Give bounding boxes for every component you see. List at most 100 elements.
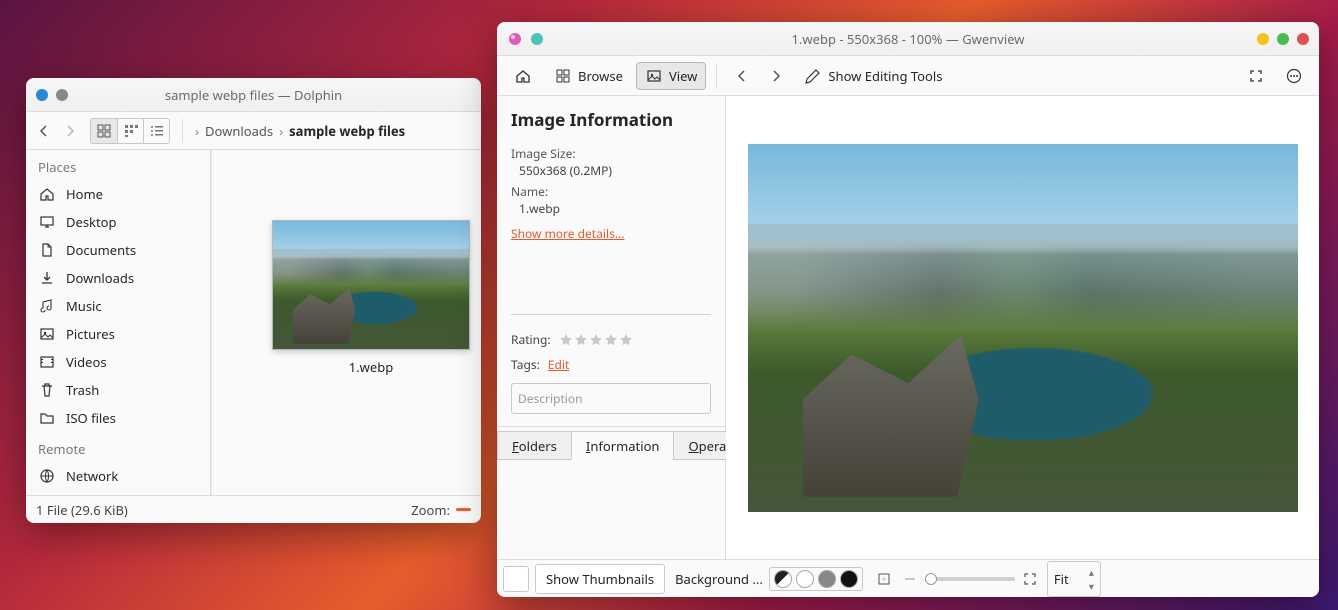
next-image-button[interactable] bbox=[761, 65, 791, 87]
sidebar-item-home[interactable]: Home bbox=[26, 180, 210, 208]
tags-label: Tags: bbox=[511, 356, 540, 373]
bg-option-contrast[interactable] bbox=[774, 570, 792, 588]
dolphin-titlebar-dot-2[interactable] bbox=[56, 89, 68, 101]
dolphin-window: sample webp files — Dolphin › Downloads … bbox=[26, 78, 481, 523]
zoom-slider[interactable] bbox=[456, 508, 471, 511]
music-icon bbox=[38, 297, 56, 315]
zoom-value: Fit bbox=[1054, 570, 1069, 588]
dolphin-titlebar-dot-1[interactable] bbox=[36, 89, 48, 101]
sidebar-item-network[interactable]: Network bbox=[26, 462, 210, 490]
desktop-icon bbox=[38, 213, 56, 231]
sidebar-item-trash[interactable]: Trash bbox=[26, 376, 210, 404]
sidebar-item-downloads[interactable]: Downloads bbox=[26, 264, 210, 292]
breadcrumb[interactable]: › Downloads › sample webp files bbox=[195, 122, 405, 140]
back-button[interactable] bbox=[34, 121, 54, 141]
description-placeholder: Description bbox=[518, 390, 583, 407]
sidebar-item-videos[interactable]: Videos bbox=[26, 348, 210, 376]
sidebar-item-label: Desktop bbox=[66, 213, 117, 231]
compact-view-button[interactable] bbox=[117, 119, 143, 143]
file-view[interactable]: 1.webp bbox=[211, 150, 481, 495]
more-details-link[interactable]: Show more details... bbox=[511, 225, 711, 242]
titlebar-dot[interactable] bbox=[531, 33, 543, 45]
browse-button[interactable]: Browse bbox=[545, 62, 632, 90]
maximize-button[interactable] bbox=[1277, 33, 1289, 45]
rating-label: Rating: bbox=[511, 331, 551, 348]
tab-folders[interactable]: Folders bbox=[497, 431, 572, 460]
sidebar-item-label: ISO files bbox=[66, 409, 116, 427]
zoom-label: Zoom: bbox=[411, 501, 450, 519]
zoom-slider[interactable] bbox=[925, 577, 1015, 581]
fullscreen-button[interactable] bbox=[1239, 63, 1273, 89]
image-name-value: 1.webp bbox=[519, 200, 711, 217]
rating-stars[interactable] bbox=[559, 333, 633, 347]
displayed-image bbox=[748, 144, 1298, 512]
sidebar-item-label: Trash bbox=[66, 381, 99, 399]
gwenview-titlebar[interactable]: 1.webp - 550x368 - 100% — Gwenview bbox=[497, 22, 1319, 56]
zoom-fit-icon[interactable] bbox=[873, 568, 895, 590]
sidebar-item-pictures[interactable]: Pictures bbox=[26, 320, 210, 348]
sidebar-item-music[interactable]: Music bbox=[26, 292, 210, 320]
places-panel[interactable]: Places Home Desktop Documents Downloads … bbox=[26, 150, 211, 495]
places-header: Places bbox=[26, 150, 210, 180]
edit-tools-button[interactable]: Show Editing Tools bbox=[795, 62, 951, 90]
sidebar-item-desktop[interactable]: Desktop bbox=[26, 208, 210, 236]
chevron-updown-icon: ▴▾ bbox=[1089, 565, 1094, 593]
dolphin-titlebar[interactable]: sample webp files — Dolphin bbox=[26, 78, 481, 112]
network-icon bbox=[38, 467, 56, 485]
dolphin-statusbar: 1 File (29.6 KiB) Zoom: bbox=[26, 495, 481, 523]
pencil-icon bbox=[804, 67, 822, 85]
description-input[interactable]: Description bbox=[511, 383, 711, 414]
prev-image-button[interactable] bbox=[727, 65, 757, 87]
thumbnail-toggle-button[interactable] bbox=[503, 566, 529, 592]
bg-option-black[interactable] bbox=[840, 570, 858, 588]
sidebar-item-label: Network bbox=[66, 467, 118, 485]
star-icon[interactable] bbox=[589, 333, 603, 347]
pictures-icon bbox=[38, 325, 56, 343]
breadcrumb-current[interactable]: sample webp files bbox=[289, 122, 405, 140]
bg-option-grey[interactable] bbox=[818, 570, 836, 588]
file-item[interactable]: 1.webp bbox=[272, 220, 470, 376]
zoom-100-icon[interactable] bbox=[1019, 568, 1041, 590]
sidebar-item-label: Downloads bbox=[66, 269, 134, 287]
edit-label: Show Editing Tools bbox=[828, 67, 942, 85]
file-thumbnail bbox=[272, 220, 470, 350]
breadcrumb-downloads[interactable]: Downloads bbox=[205, 122, 273, 140]
home-icon bbox=[38, 185, 56, 203]
close-button[interactable] bbox=[1297, 33, 1309, 45]
forward-button[interactable] bbox=[60, 121, 80, 141]
star-icon[interactable] bbox=[559, 333, 573, 347]
sidebar-tabs: Folders Information Operations bbox=[497, 426, 725, 460]
details-view-button[interactable] bbox=[143, 119, 169, 143]
image-viewport[interactable] bbox=[726, 96, 1319, 559]
image-icon bbox=[645, 67, 663, 85]
star-icon[interactable] bbox=[604, 333, 618, 347]
view-button[interactable]: View bbox=[636, 62, 706, 90]
dolphin-toolbar: › Downloads › sample webp files bbox=[26, 112, 481, 150]
background-label: Background ... bbox=[675, 570, 763, 588]
image-name-label: Name: bbox=[511, 183, 711, 200]
home-icon bbox=[514, 67, 532, 85]
tags-edit-link[interactable]: Edit bbox=[548, 356, 569, 373]
minimize-button[interactable] bbox=[1257, 33, 1269, 45]
home-button[interactable] bbox=[505, 62, 541, 90]
show-thumbnails-button[interactable]: Show Thumbnails bbox=[535, 564, 665, 594]
star-icon[interactable] bbox=[619, 333, 633, 347]
background-color-selector[interactable] bbox=[769, 567, 863, 591]
image-size-value: 550x368 (0.2MP) bbox=[519, 162, 711, 179]
gwenview-bottombar: Show Thumbnails Background ... Fit ▴▾ bbox=[497, 559, 1319, 597]
app-icon bbox=[507, 31, 523, 47]
zoom-level-combo[interactable]: Fit ▴▾ bbox=[1047, 561, 1101, 597]
folder-icon bbox=[38, 409, 56, 427]
view-mode-buttons bbox=[90, 118, 170, 144]
recent-header: Recent bbox=[26, 490, 210, 495]
sidebar-item-documents[interactable]: Documents bbox=[26, 236, 210, 264]
star-icon[interactable] bbox=[574, 333, 588, 347]
menu-button[interactable] bbox=[1277, 63, 1311, 89]
browse-label: Browse bbox=[578, 67, 623, 85]
icons-view-button[interactable] bbox=[91, 119, 117, 143]
tab-information[interactable]: Information bbox=[571, 431, 675, 460]
sidebar-item-iso[interactable]: ISO files bbox=[26, 404, 210, 432]
bg-option-white[interactable] bbox=[796, 570, 814, 588]
gwenview-window: 1.webp - 550x368 - 100% — Gwenview Brows… bbox=[497, 22, 1319, 597]
zoom-out-icon[interactable] bbox=[899, 568, 921, 590]
